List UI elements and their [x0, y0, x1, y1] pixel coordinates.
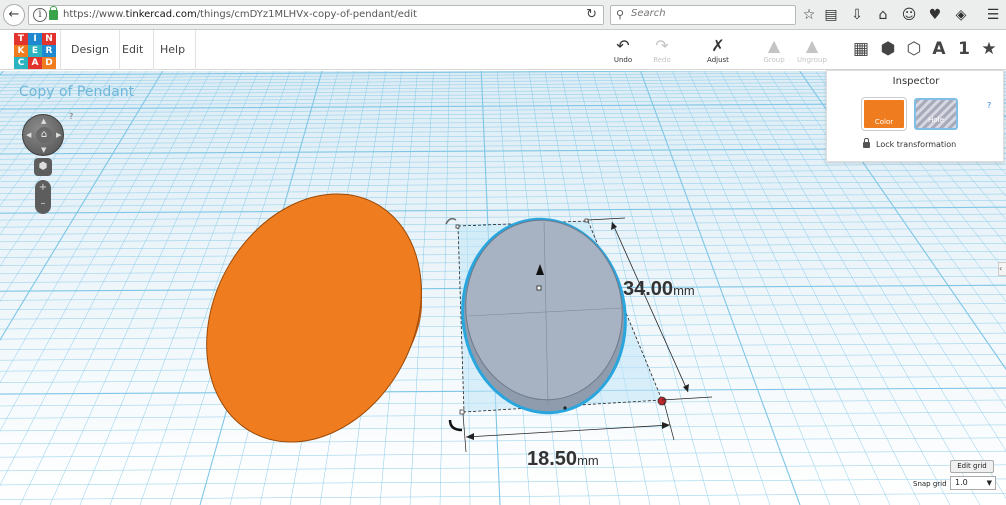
adjust-icon: ✗	[711, 36, 725, 55]
ungroup-icon: ▲	[805, 36, 819, 55]
edit-grid-button[interactable]: Edit grid	[950, 460, 994, 473]
search-input[interactable]	[631, 8, 791, 19]
app-header: T I N K E R C A D Design Edit Help ↶ Und…	[0, 30, 1006, 70]
browser-toolbar: ← i https://www.tinkercad.com/things/cmD…	[0, 0, 1006, 30]
workplane-view-icon[interactable]: ▦	[850, 38, 872, 60]
inspector-help-link[interactable]: ?	[987, 101, 991, 110]
url-bar[interactable]: i https://www.tinkercad.com/things/cmDYz…	[28, 5, 604, 25]
cube-view-icon[interactable]: ⬢	[877, 38, 899, 60]
center-handle[interactable]	[536, 285, 542, 291]
inspector-panel: Inspector Color Hole ? Lock transformati…	[826, 70, 1004, 162]
url-text: https://www.tinkercad.com/things/cmDYz1M…	[63, 9, 417, 20]
collapse-panel-icon[interactable]: ‹	[998, 262, 1006, 276]
undo-icon: ↶	[616, 36, 630, 55]
hole-button[interactable]: Hole	[914, 98, 958, 130]
corner-handle-tl[interactable]	[455, 224, 460, 229]
hamburger-menu-icon[interactable]: ☰	[984, 6, 1002, 24]
undo-button[interactable]: ↶ Undo	[606, 36, 640, 64]
menu-edit[interactable]: Edit	[112, 30, 155, 70]
adjust-button[interactable]: ✗ Adjust	[701, 36, 735, 64]
snap-grid-label: Snap grid	[913, 480, 947, 488]
orbit-left-icon[interactable]: ◀	[26, 131, 31, 139]
orbit-down-icon[interactable]: ▼	[41, 146, 46, 154]
bookmark-star-icon[interactable]: ☆	[800, 6, 818, 24]
wireframe-cube-icon[interactable]: ⬡	[903, 38, 925, 60]
home-icon[interactable]: ⌂	[874, 6, 892, 24]
browser-search[interactable]: ⚲	[610, 5, 796, 25]
home-view-icon[interactable]: ⌂	[36, 127, 52, 143]
inspector-title: Inspector	[892, 76, 940, 87]
menu-design[interactable]: Design	[60, 30, 120, 70]
fit-view-icon[interactable]: ⬢	[34, 158, 52, 176]
download-icon[interactable]: ⇩	[848, 6, 866, 24]
search-icon: ⚲	[616, 8, 625, 21]
favorites-star-icon[interactable]: ★	[978, 38, 1000, 60]
orbit-up-icon[interactable]: ▲	[41, 117, 46, 125]
ungroup-button[interactable]: ▲ Ungroup	[795, 36, 829, 64]
color-button[interactable]: Color	[861, 97, 907, 131]
corner-handle-tr[interactable]	[584, 218, 589, 223]
view-help-link[interactable]: ?	[69, 112, 73, 121]
group-icon: ▲	[767, 36, 781, 55]
orbit-control[interactable]: ▲ ▼ ◀ ▶ ⌂	[22, 114, 64, 156]
redo-icon: ↷	[655, 36, 669, 55]
pocket-icon[interactable]: ♥	[926, 6, 944, 24]
orbit-right-icon[interactable]: ▶	[56, 131, 61, 139]
number-shapes-icon[interactable]: 1	[953, 38, 975, 60]
edge-handle-bottom[interactable]	[563, 406, 567, 410]
menu-help[interactable]: Help	[150, 30, 197, 70]
reload-icon[interactable]: ↻	[586, 7, 597, 22]
zoom-out-icon[interactable]: –	[35, 198, 51, 209]
chat-icon[interactable]: ☺	[900, 6, 918, 24]
lightbulb-icon[interactable]: ◈	[952, 6, 970, 24]
padlock-icon	[863, 138, 870, 148]
dropdown-caret-icon: ▼	[986, 479, 992, 487]
zoom-in-icon[interactable]: +	[35, 182, 51, 193]
redo-button[interactable]: ↷ Redo	[645, 36, 679, 64]
reading-list-icon[interactable]: ▤	[822, 6, 840, 24]
back-button[interactable]: ←	[3, 4, 25, 26]
lock-icon	[49, 6, 58, 20]
text-shapes-icon[interactable]: A	[928, 38, 950, 60]
zoom-control[interactable]: + –	[35, 180, 51, 214]
corner-handle-bl[interactable]	[459, 409, 465, 415]
tinkercad-logo[interactable]: T I N K E R C A D	[14, 33, 56, 69]
lock-transformation-toggle[interactable]: Lock transformation	[863, 138, 956, 149]
group-button[interactable]: ▲ Group	[757, 36, 791, 64]
info-icon[interactable]: i	[33, 8, 47, 22]
design-title[interactable]: Copy of Pendant	[19, 84, 134, 100]
snap-grid-select[interactable]: 1.0 ▼	[950, 476, 996, 490]
